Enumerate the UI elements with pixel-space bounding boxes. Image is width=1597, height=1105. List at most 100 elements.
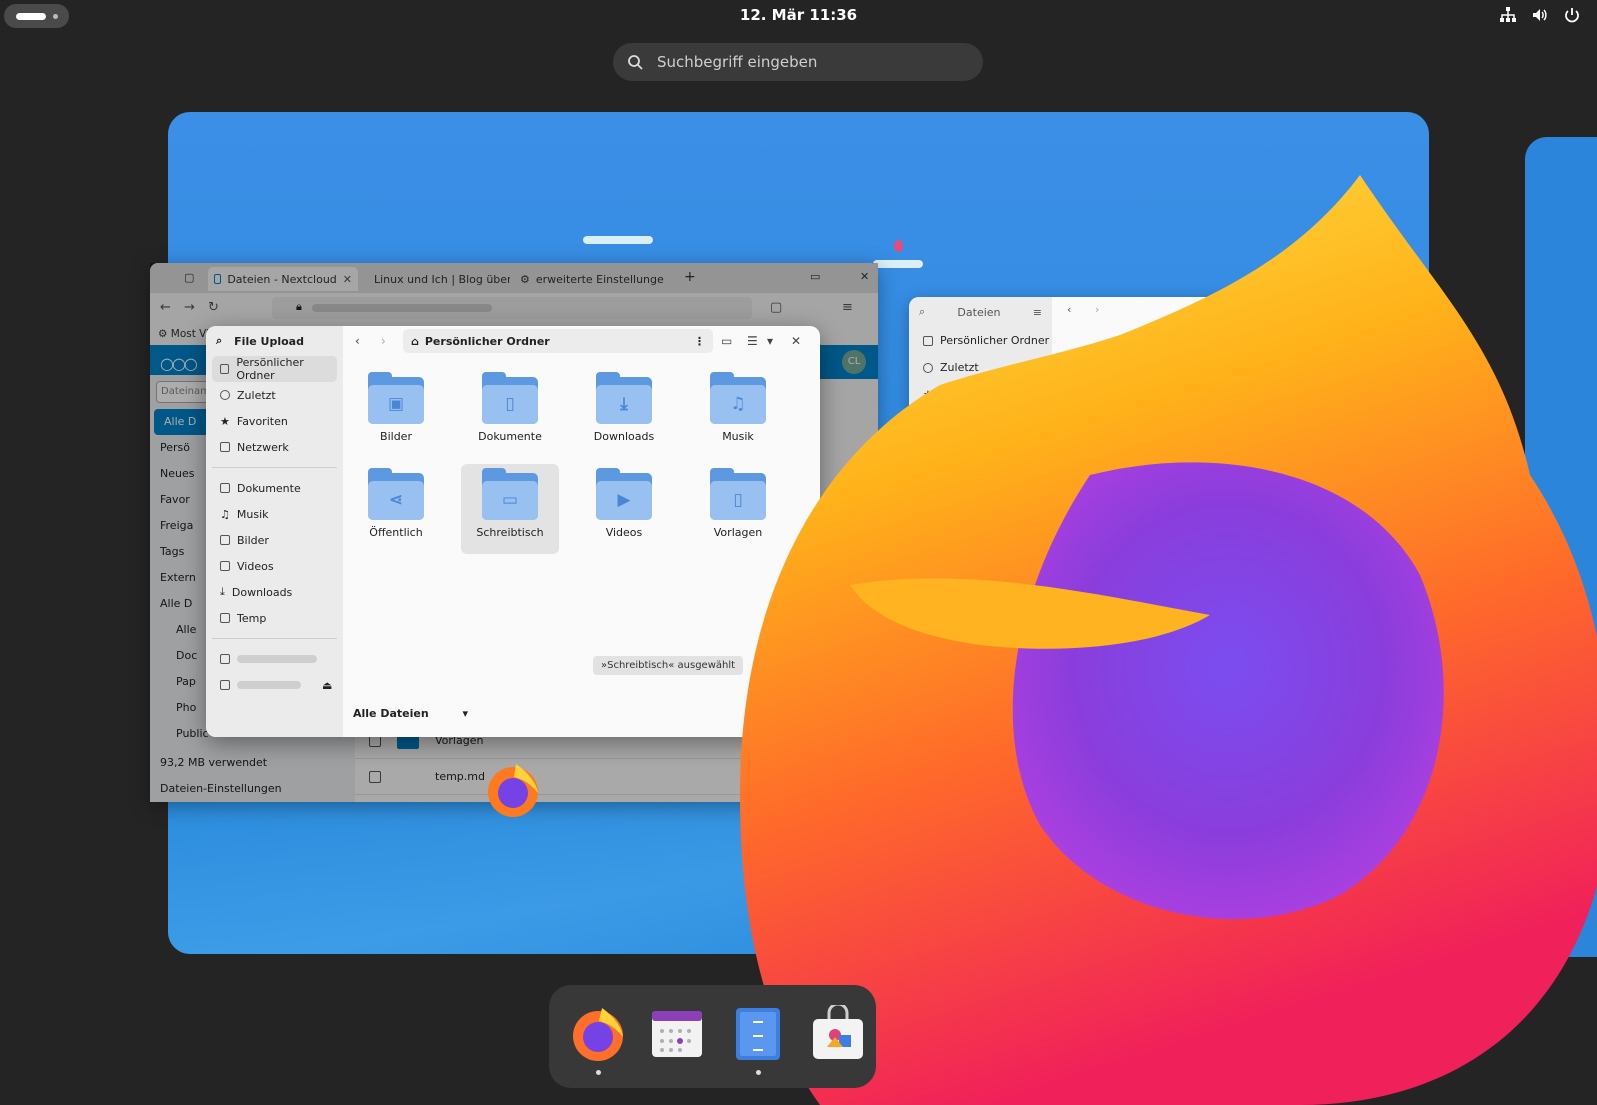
back-icon[interactable]: ‹ <box>355 334 360 348</box>
network-icon[interactable] <box>1499 6 1519 26</box>
tab-label: Linux und Ich | Blog über L <box>374 272 510 286</box>
files-header: ⌕ Dateien ≡ <box>909 297 1052 327</box>
forward-icon[interactable]: → <box>184 300 195 315</box>
place-recent[interactable]: Zuletzt <box>909 354 1052 381</box>
clock[interactable]: 12. Mär 11:36 <box>740 6 857 24</box>
menu-icon[interactable]: ≡ <box>1033 306 1042 319</box>
files-settings-link[interactable]: Dateien-Einstellungen <box>150 776 355 802</box>
menu-icon[interactable]: ≡ <box>842 300 853 315</box>
folder-item[interactable]: ⋖ Öffentlich <box>347 464 445 554</box>
files-window[interactable]: ⌕ Dateien ≡ Persönlicher Ordner Zuletzt … <box>909 297 1429 517</box>
chevron-down-icon[interactable]: ▾ <box>767 334 773 348</box>
dock-software[interactable] <box>809 1002 867 1063</box>
place-home[interactable]: Persönlicher Ordner <box>909 327 1052 354</box>
forward-icon[interactable]: › <box>1095 303 1099 316</box>
system-tray[interactable] <box>1499 6 1583 26</box>
folder-item[interactable]: ▯ Dokumente <box>461 368 559 458</box>
new-tab-icon[interactable]: + <box>684 269 696 285</box>
close-tab-icon[interactable]: ✕ <box>343 273 352 286</box>
activities-button[interactable] <box>4 4 69 28</box>
folder-item[interactable]: ♫ Musik <box>689 368 787 458</box>
nextcloud-logo-icon[interactable]: ○○○ <box>160 354 198 373</box>
folder-item[interactable]: AlleBilder <box>1096 352 1176 427</box>
extensions-icon[interactable]: ▢ <box>770 300 782 315</box>
bookmark-temp[interactable]: Temp <box>206 605 343 631</box>
close-icon[interactable]: ✕ <box>791 334 801 348</box>
back-icon[interactable]: ← <box>160 300 171 315</box>
dock-firefox[interactable] <box>569 1005 627 1075</box>
volume-icon[interactable] <box>1531 6 1551 26</box>
dock-files[interactable] <box>729 1005 787 1075</box>
eject-icon[interactable]: ⏏ <box>322 679 332 692</box>
place-recent[interactable]: Zuletzt <box>206 382 343 408</box>
folder-item[interactable]: ▶ Videos <box>575 464 673 554</box>
place-favorites[interactable]: ★ Favoriten <box>909 381 1052 408</box>
tab-nextcloud[interactable]: Dateien - Nextcloud ✕ <box>208 267 358 291</box>
folder-item[interactable]: Doc <box>1209 352 1289 427</box>
close-window-icon[interactable]: ✕ <box>860 270 869 283</box>
place-network[interactable]: Netzwerk <box>909 408 1052 435</box>
lock-icon: 🔒︎ <box>296 300 302 313</box>
star-icon: ★ <box>923 388 933 401</box>
file-name[interactable]: temp.md <box>435 770 485 783</box>
folder-label: Schreibtisch <box>476 526 544 539</box>
tab-linux-blog[interactable]: Linux und Ich | Blog über L ✕ <box>362 267 510 291</box>
folder-item[interactable]: ▯ Vorlagen <box>689 464 787 554</box>
power-icon[interactable] <box>1563 6 1583 26</box>
drive-label-blurred <box>237 655 317 663</box>
network-drive[interactable]: ⏏ <box>206 672 343 698</box>
table-row[interactable]: temp.md <box>355 759 878 795</box>
music-icon: ♫ <box>220 507 230 521</box>
bookmark-pictures[interactable]: Bilder <box>206 527 343 553</box>
tab-list-icon[interactable]: ▢ <box>184 271 194 284</box>
places-sidebar: ⌕ File Upload Persönlicher Ordner Zuletz… <box>206 326 343 737</box>
restore-window-icon[interactable]: ▭ <box>810 270 820 283</box>
bookmark-videos[interactable]: Videos <box>206 553 343 579</box>
avatar[interactable]: CL <box>842 350 866 374</box>
place-network[interactable]: Netzwerk <box>206 434 343 460</box>
folder-label: Doc <box>1238 414 1260 427</box>
row-checkbox[interactable] <box>369 770 381 783</box>
video-icon <box>220 561 230 571</box>
bookmark-downloads[interactable]: ⤓ Downloads <box>206 579 343 605</box>
view-list-icon[interactable]: ☰ <box>747 334 758 348</box>
folder-label: Öffentlich <box>369 526 423 539</box>
tab-settings[interactable]: ⚙ erweiterte Einstellungen ✕ <box>514 267 664 291</box>
search-icon[interactable]: ⌕ <box>919 305 925 319</box>
place-paper[interactable]: Papier <box>909 435 1052 462</box>
path-menu-icon[interactable]: ⋮ <box>694 335 705 348</box>
dock-calendar[interactable] <box>648 1005 706 1063</box>
new-folder-icon[interactable]: ▭ <box>721 334 732 348</box>
image-icon <box>220 535 230 545</box>
storage-usage[interactable]: 93,2 MB verwendet <box>150 750 355 776</box>
search-icon[interactable]: ⌕ <box>216 334 222 348</box>
folder-icon: ▯ <box>482 372 538 424</box>
folder-item[interactable]: ▣ Bilder <box>347 368 445 458</box>
bookmark-most-visited[interactable]: Most Vi <box>171 328 209 340</box>
place-favorites[interactable]: ★ Favoriten <box>206 408 343 434</box>
folder-item[interactable]: ▭ Schreibtisch <box>461 464 559 554</box>
search-input[interactable] <box>655 52 955 72</box>
dialog-main: ‹ › ⌂ Persönlicher Ordner ⋮ ▭ ☰ ▾ ✕ ▣ Bil… <box>343 326 820 737</box>
network-drive[interactable] <box>206 646 343 672</box>
folder-item[interactable]: ⤓ Downloads <box>575 368 673 458</box>
place-label: Zuletzt <box>237 388 276 402</box>
next-workspace-thumbnail[interactable] <box>1525 137 1597 957</box>
url-bar[interactable]: 🔒︎ <box>272 297 752 319</box>
place-home[interactable]: Persönlicher Ordner <box>212 356 337 382</box>
forward-icon[interactable]: › <box>381 334 386 348</box>
filter-settings-icon[interactable]: ⚟ <box>790 707 800 720</box>
file-upload-dialog[interactable]: ⌕ File Upload Persönlicher Ordner Zuletz… <box>206 326 820 737</box>
firefox-drag-icon[interactable] <box>484 761 542 819</box>
path-bar[interactable]: ⌂ Persönlicher Ordner ⋮ <box>403 329 713 353</box>
workspace-indicator-active <box>16 13 46 20</box>
bookmark-music[interactable]: ♫ Musik <box>206 501 343 527</box>
bookmark-documents[interactable]: Dokumente <box>206 475 343 501</box>
folder-icon: ▶ <box>596 468 652 520</box>
file-filter-dropdown[interactable]: Alle Dateien ▾ <box>353 707 468 720</box>
bookmark-label: Downloads <box>231 585 293 599</box>
home-icon <box>923 335 933 346</box>
back-icon[interactable]: ‹ <box>1067 303 1071 316</box>
overview-search[interactable] <box>613 43 983 81</box>
reload-icon[interactable]: ↻ <box>208 300 219 315</box>
